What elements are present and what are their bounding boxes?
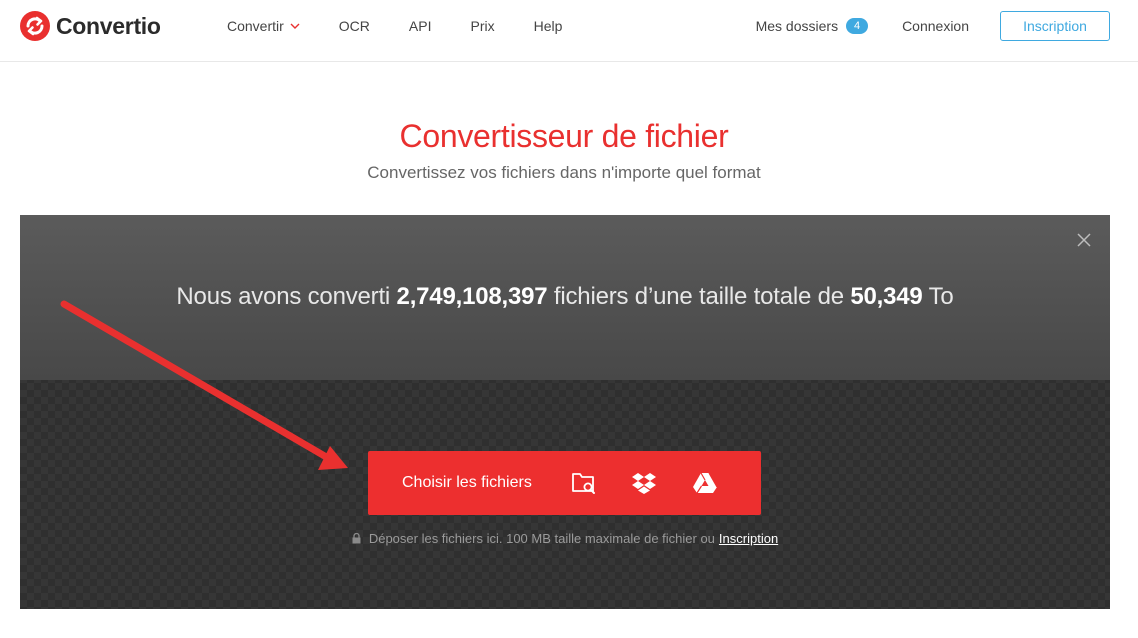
logo[interactable]: Convertio xyxy=(20,10,161,42)
nav-prix[interactable]: Prix xyxy=(471,18,495,34)
chevron-down-icon xyxy=(290,23,300,29)
stats-band: Nous avons converti 2,749,108,397 fichie… xyxy=(20,215,1110,380)
choose-files-button[interactable]: Choisir les fichiers xyxy=(368,451,761,515)
main-nav: Convertir OCR API Prix Help xyxy=(227,0,601,52)
convertio-logo-icon xyxy=(20,11,50,41)
nav-convertir[interactable]: Convertir xyxy=(227,18,300,34)
upload-panel[interactable]: Nous avons converti 2,749,108,397 fichie… xyxy=(20,215,1110,609)
page-title: Convertisseur de fichier xyxy=(399,118,729,154)
drop-note: Déposer les fichiers ici. 100 MB taille … xyxy=(20,531,1110,546)
signup-button[interactable]: Inscription xyxy=(1000,11,1110,41)
nav-convertir-label: Convertir xyxy=(227,18,284,34)
stats-total-size: 50,349 xyxy=(850,283,923,310)
stats-files-count: 2,749,108,397 xyxy=(396,283,548,310)
nav-api[interactable]: API xyxy=(409,18,432,34)
my-folders-label: Mes dossiers xyxy=(755,18,839,34)
google-drive-icon[interactable] xyxy=(691,469,719,497)
folder-search-icon[interactable] xyxy=(570,469,598,497)
stats-prefix: Nous avons converti xyxy=(176,283,397,310)
choose-files-label: Choisir les fichiers xyxy=(402,474,532,491)
brand-name: Convertio xyxy=(56,12,161,39)
my-folders-link[interactable]: Mes dossiers 4 xyxy=(755,18,869,34)
account-nav: Mes dossiers 4 Connexion Inscription xyxy=(756,11,1110,41)
stats-suffix: To xyxy=(922,283,954,310)
page-subtitle: Convertissez vos fichiers dans n'importe… xyxy=(367,163,761,182)
stats-middle: fichiers d’une taille totale de xyxy=(547,283,851,310)
lock-icon xyxy=(352,533,361,544)
close-icon[interactable] xyxy=(1076,232,1092,248)
dropbox-icon[interactable] xyxy=(630,469,658,497)
drop-signup-link[interactable]: Inscription xyxy=(719,531,778,546)
login-link[interactable]: Connexion xyxy=(902,18,969,34)
drop-note-text: Déposer les fichiers ici. 100 MB taille … xyxy=(368,531,715,546)
nav-ocr[interactable]: OCR xyxy=(339,18,370,34)
conversion-stats: Nous avons converti 2,749,108,397 fichie… xyxy=(20,283,1110,311)
nav-help[interactable]: Help xyxy=(534,18,563,34)
site-header: Convertio Convertir OCR API Prix Help Me… xyxy=(0,0,1138,62)
folders-count-badge: 4 xyxy=(846,18,869,34)
